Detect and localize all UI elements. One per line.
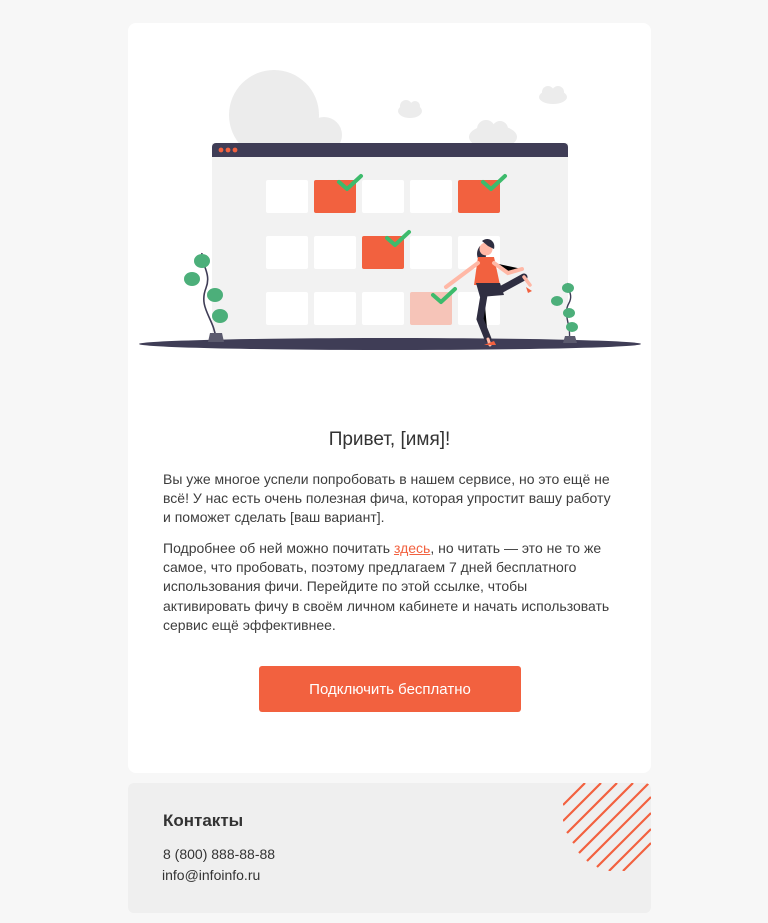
cloud-icon bbox=[539, 86, 567, 104]
details-paragraph: Подробнее об ней можно почитать здесь, н… bbox=[163, 539, 618, 635]
details-text-start: Подробнее об ней можно почитать bbox=[163, 540, 394, 556]
greeting-heading: Привет, [имя]! bbox=[328, 429, 451, 450]
email-card: Привет, [имя]! Вы уже многое успели попр… bbox=[128, 23, 651, 773]
contacts-footer: Контакты 8 (800) 888-88-88 info@infoinfo… bbox=[128, 783, 651, 913]
calendar-grid bbox=[266, 180, 500, 325]
contact-email[interactable]: info@infoinfo.ru bbox=[162, 867, 260, 883]
calendar-illustration bbox=[139, 70, 641, 350]
cloud-icon bbox=[398, 100, 422, 118]
connect-free-button[interactable]: Подключить бесплатно bbox=[259, 666, 521, 712]
stripes-decor bbox=[563, 783, 651, 871]
contacts-title: Контакты bbox=[163, 811, 244, 830]
contact-phone[interactable]: 8 (800) 888-88-88 bbox=[163, 846, 275, 862]
details-link[interactable]: здесь bbox=[394, 540, 430, 556]
intro-paragraph: Вы уже многое успели попробовать в нашем… bbox=[163, 471, 611, 526]
